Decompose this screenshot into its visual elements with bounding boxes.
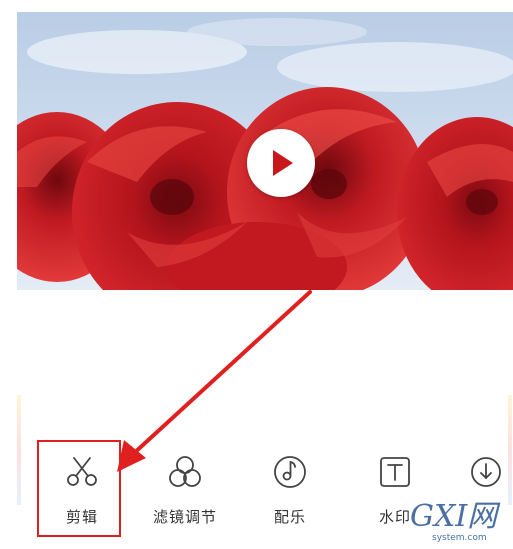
filter-circles-icon	[169, 456, 201, 487]
video-preview[interactable]	[17, 12, 513, 290]
download-icon	[471, 457, 501, 487]
highlight-box	[37, 440, 121, 537]
screen: 剪辑 滤镜调节 配乐 水印 GXI网 system.com	[0, 0, 513, 549]
text-box-icon	[380, 457, 410, 487]
tool-music-label: 配乐	[273, 508, 306, 526]
play-button[interactable]	[247, 129, 315, 197]
tool-filter-label: 滤镜调节	[152, 508, 217, 526]
site-watermark: GXI网 system.com	[410, 500, 510, 546]
music-note-icon	[274, 456, 306, 488]
tool-filter[interactable]: 滤镜调节	[140, 448, 230, 538]
watermark-domain: system.com	[432, 533, 487, 543]
watermark-logo: GXI网	[410, 499, 498, 534]
tool-music[interactable]: 配乐	[245, 448, 335, 538]
play-icon	[273, 150, 293, 176]
